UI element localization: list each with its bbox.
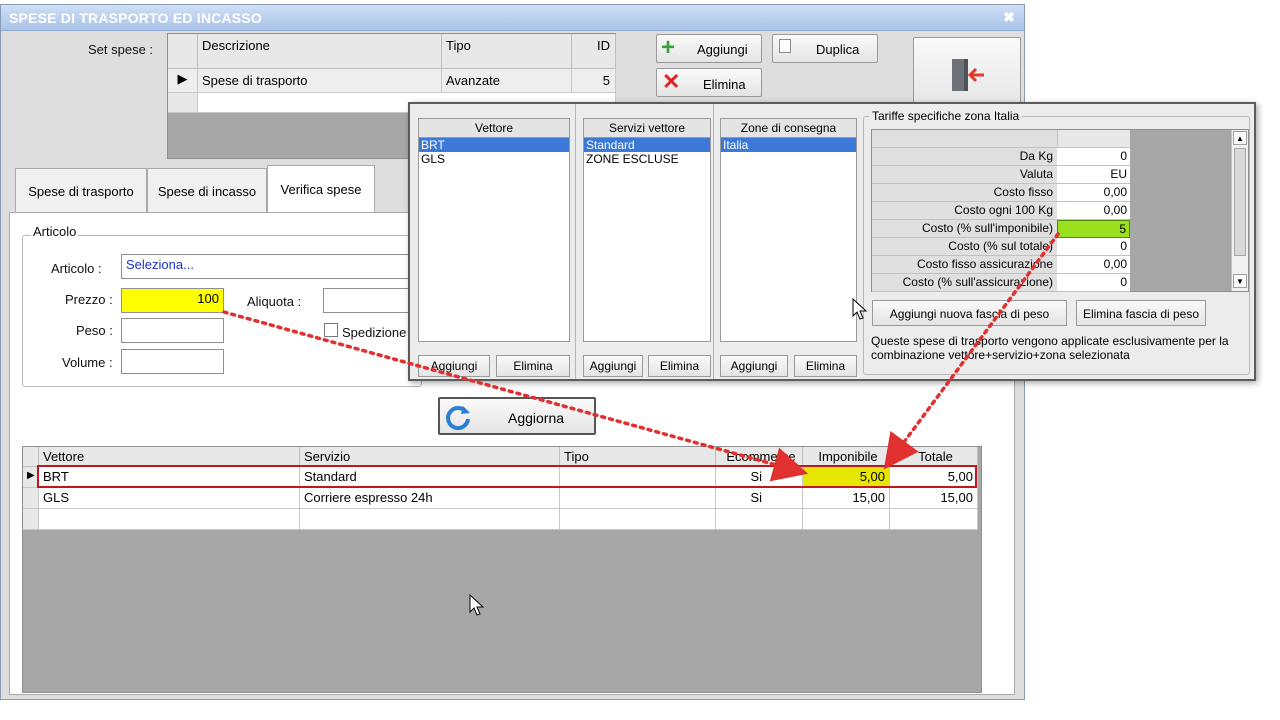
arrow-green-to-imponibile (883, 232, 1060, 470)
arrow-prezzo-to-imponibile (222, 310, 809, 482)
annotation-arrows (222, 232, 1060, 482)
mouse-cursor-icon (469, 594, 485, 616)
mouse-cursor-icon (852, 298, 868, 320)
